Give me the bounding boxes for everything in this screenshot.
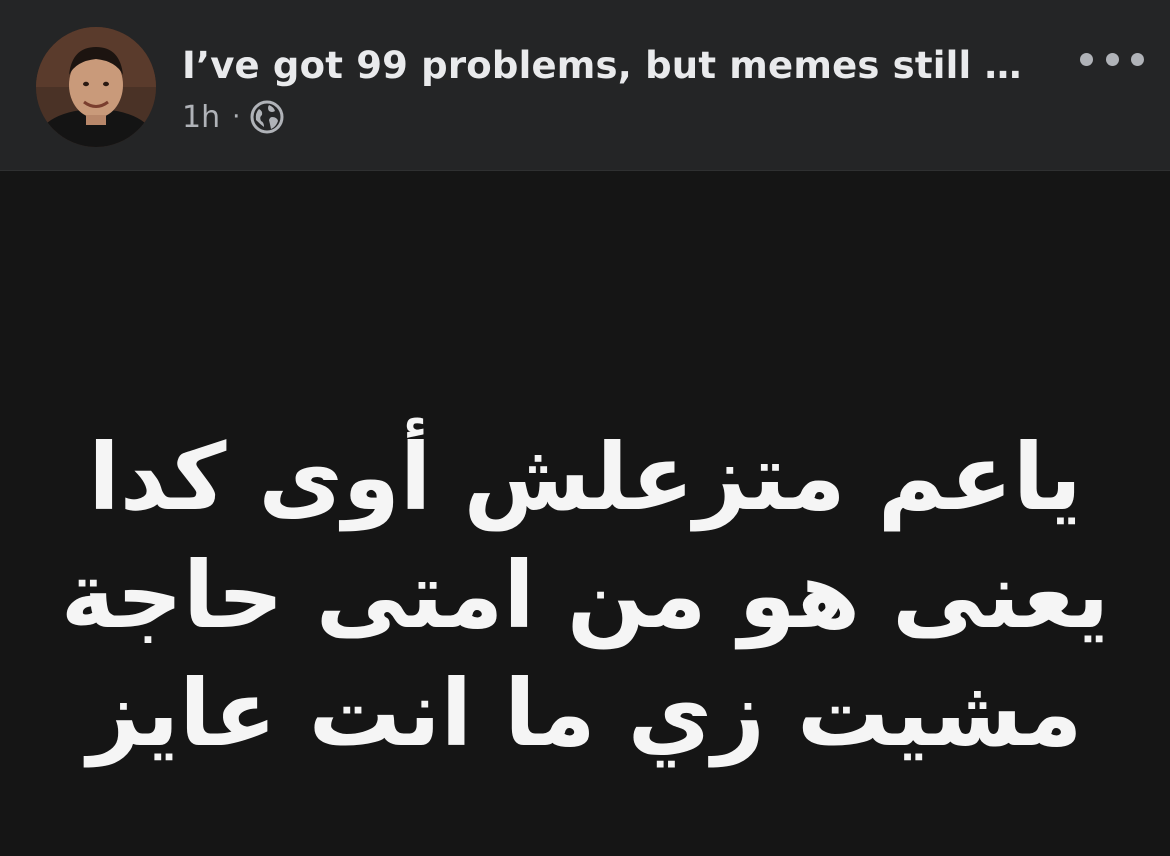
globe-icon[interactable]: [250, 100, 284, 134]
avatar[interactable]: [36, 27, 156, 147]
meta-separator: ·: [232, 102, 241, 132]
meme-text: ياعم متزعلش أوى كدا يعنى هو من امتى حاجة…: [60, 419, 1110, 773]
more-options-icon: [1080, 52, 1093, 66]
post-title[interactable]: I’ve got 99 problems, but memes still …: [182, 43, 1042, 89]
more-options-dot: [1105, 52, 1119, 66]
avatar-image: [36, 27, 156, 147]
post-timestamp[interactable]: 1h: [182, 100, 220, 135]
meme-line-3: مشيت زي ما انت عايز: [87, 660, 1083, 767]
post-header: I’ve got 99 problems, but memes still … …: [0, 0, 1170, 171]
meme-line-1: ياعم متزعلش أوى كدا: [88, 424, 1082, 531]
more-options-button[interactable]: [1080, 44, 1144, 74]
post-meta: 1h ·: [182, 97, 284, 137]
meme-line-2: يعنى هو من امتى حاجة: [60, 542, 1110, 649]
post-card: I’ve got 99 problems, but memes still … …: [0, 0, 1170, 856]
more-options-dot: [1131, 52, 1144, 66]
post-image[interactable]: ياعم متزعلش أوى كدا يعنى هو من امتى حاجة…: [0, 171, 1170, 856]
